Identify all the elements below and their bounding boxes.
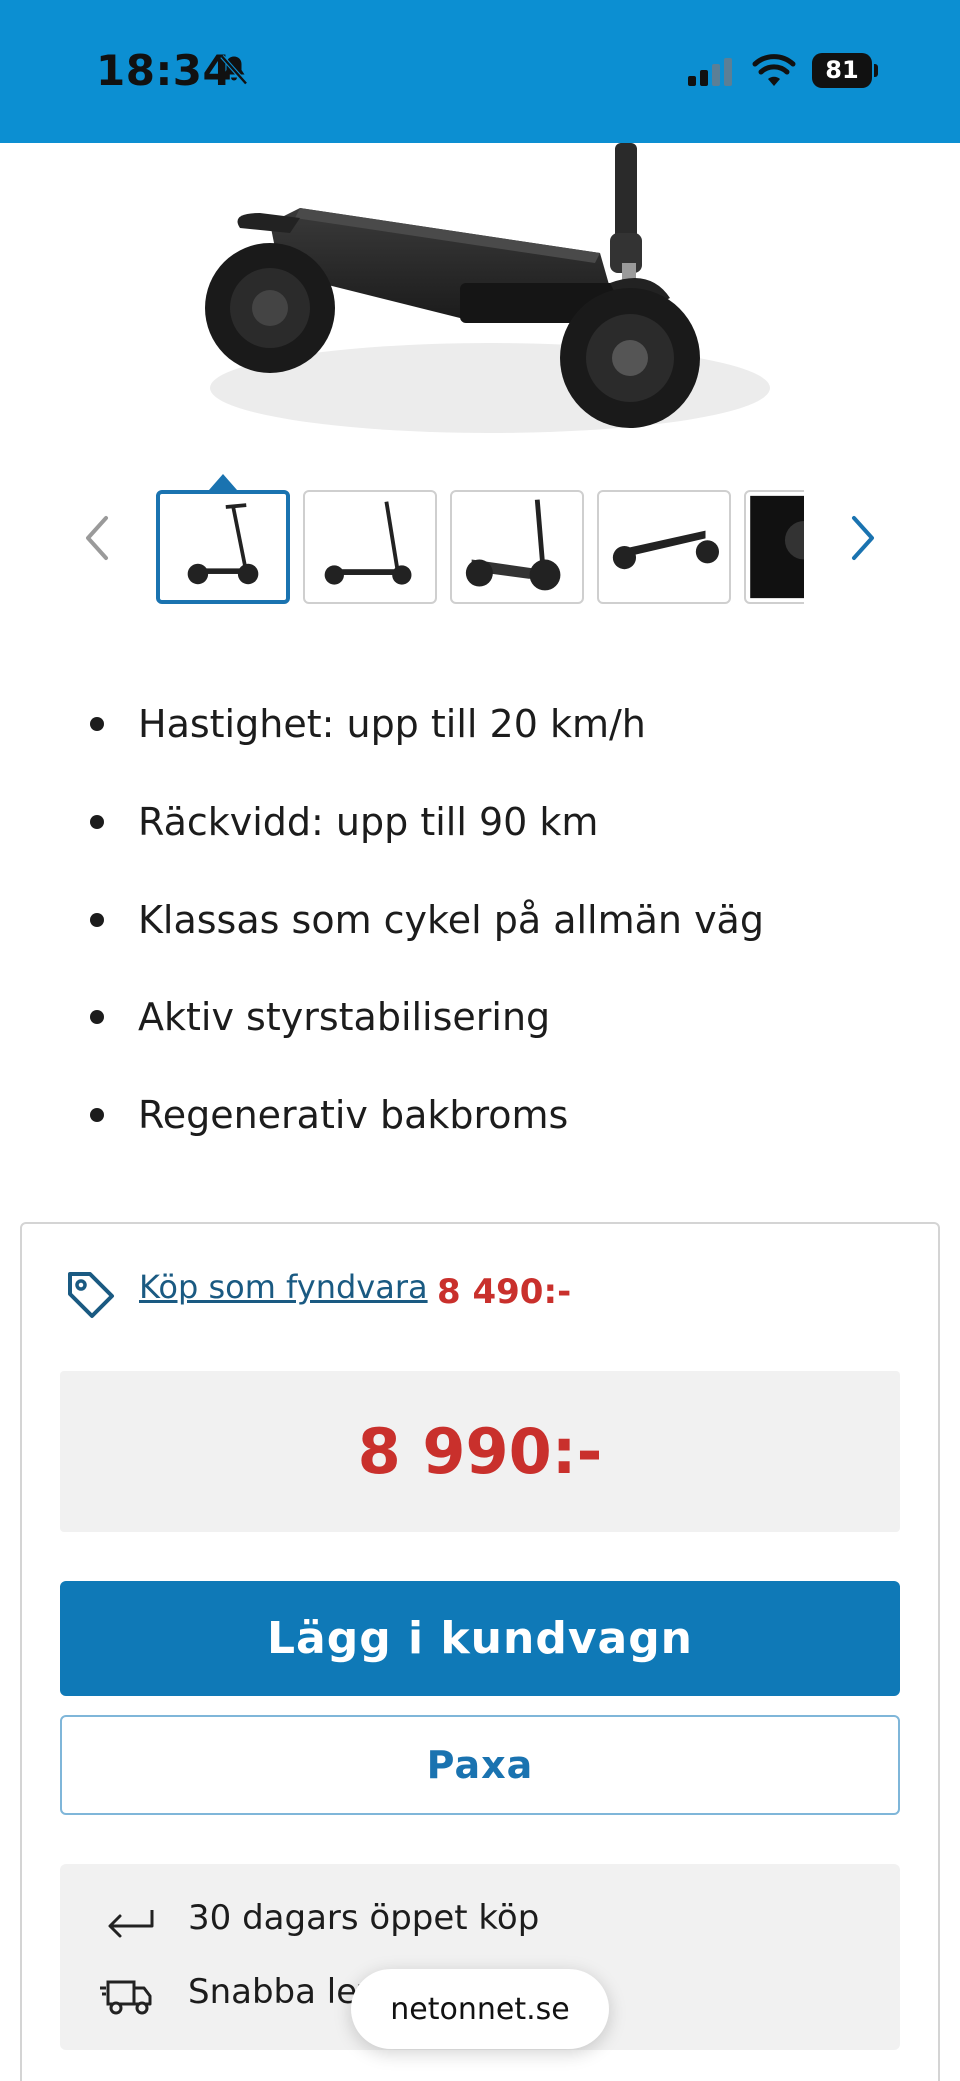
perk-open-purchase: 30 dagars öppet köp	[188, 1898, 540, 1938]
paxa-button[interactable]: Paxa	[60, 1715, 900, 1815]
thumbnail-3[interactable]	[450, 490, 584, 604]
bargain-price: 8 490:-	[437, 1272, 572, 1312]
feature-item: Klassas som cykel på allmän väg	[90, 890, 764, 950]
browser-url-pill[interactable]: netonnet.se	[351, 1969, 609, 2049]
add-to-cart-button[interactable]: Lägg i kundvagn	[60, 1581, 900, 1696]
battery-icon: 81	[812, 53, 878, 88]
return-arrow-icon	[108, 1910, 154, 1938]
gallery-next-button[interactable]	[842, 510, 882, 566]
thumbnail-strip	[156, 488, 804, 608]
feature-item: Hastighet: upp till 20 km/h	[90, 694, 646, 754]
feature-item: Räckvidd: upp till 90 km	[90, 792, 598, 852]
thumbnail-1[interactable]	[156, 490, 290, 604]
tag-icon	[68, 1272, 114, 1318]
bell-slash-icon	[220, 55, 248, 85]
status-time: 18:34	[96, 46, 233, 95]
feature-item: Regenerativ bakbroms	[90, 1085, 568, 1145]
gallery-prev-button[interactable]	[78, 510, 118, 566]
product-price: 8 990:-	[357, 1415, 603, 1488]
product-image[interactable]	[190, 143, 770, 443]
delivery-truck-icon	[100, 1980, 152, 2015]
battery-level: 81	[812, 53, 872, 88]
bargain-link[interactable]: Köp som fyndvara	[139, 1268, 428, 1306]
thumbnail-4[interactable]	[597, 490, 731, 604]
thumbnail-5[interactable]	[744, 490, 804, 604]
signal-icon	[688, 58, 732, 86]
wifi-icon	[752, 54, 796, 86]
thumbnail-2[interactable]	[303, 490, 437, 604]
status-bar: 18:34 81	[0, 0, 960, 143]
price-box: 8 990:-	[60, 1371, 900, 1532]
perk-fast-delivery: Snabba lev	[188, 1972, 378, 2012]
feature-item: Aktiv styrstabilisering	[90, 987, 550, 1047]
